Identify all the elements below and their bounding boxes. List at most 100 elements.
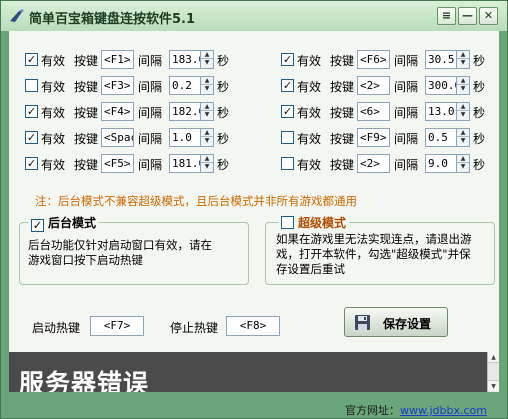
spin-up-icon[interactable]: ▲ [457,77,469,85]
spin-up-icon[interactable]: ▲ [457,103,469,111]
interval-input[interactable]: 181.0 [169,154,201,173]
spin-down-icon[interactable]: ▼ [457,59,469,67]
left-key-row: ✓有效按键<F5>间隔181.0▲▼秒 [19,154,234,174]
banner-error-text: 服务器错误 [19,369,150,392]
super-mode-checkbox[interactable] [281,216,294,229]
spin-up-icon[interactable]: ▲ [201,129,213,137]
enable-checkbox[interactable] [25,79,38,92]
spin-down-icon[interactable]: ▼ [201,111,213,119]
key-input[interactable]: <F1> [101,50,134,69]
left-key-row: ✓有效按键<F4>间隔182.0▲▼秒 [19,102,234,122]
interval-label: 间隔 [138,106,163,120]
interval-spinner[interactable]: ▲ ▼ [456,76,470,95]
scroll-up-icon[interactable]: ▲ [488,352,499,363]
key-input[interactable]: <F5> [101,154,134,173]
interval-input[interactable]: 13.0 [425,102,457,121]
super-mode-desc-line2: 戏，打开本软件，勾选"超级模式"并保 [276,247,471,261]
super-mode-desc-line1: 如果在游戏里无法实现连点，请退出游 [276,232,472,246]
interval-input[interactable]: 0.5 [425,128,457,147]
right-key-row: 有效 按键 <2> 间隔 9.0 ▲ ▼ 秒 [275,154,490,174]
spin-down-icon[interactable]: ▼ [201,163,213,171]
seconds-label: 秒 [473,80,486,94]
stop-hotkey-input[interactable]: <F8> [226,316,280,336]
spin-down-icon[interactable]: ▼ [201,59,213,67]
scroll-down-icon[interactable]: ▼ [488,380,499,391]
key-input[interactable]: <F9> [357,128,390,147]
enable-checkbox[interactable]: ✓ [281,79,294,92]
interval-label: 间隔 [394,54,419,68]
enable-checkbox[interactable]: ✓ [281,53,294,66]
spin-down-icon[interactable]: ▼ [201,137,213,145]
interval-input[interactable]: 183.0 [169,50,201,69]
enable-checkbox[interactable]: ✓ [25,157,38,170]
interval-spinner[interactable]: ▲ ▼ [200,76,214,95]
spin-up-icon[interactable]: ▲ [457,155,469,163]
spin-down-icon[interactable]: ▼ [201,85,213,93]
valid-label: 有效 [41,158,66,172]
interval-input[interactable]: 30.5 [425,50,457,69]
interval-input[interactable]: 182.0 [169,102,201,121]
interval-spinner[interactable]: ▲ ▼ [200,128,214,147]
app-window: 简单百宝箱键盘连按软件5.1 ≡ — ✕ ✓有效按键<F1>间隔183.0▲▼秒… [0,0,508,419]
spin-up-icon[interactable]: ▲ [457,51,469,59]
super-mode-toggle[interactable]: 超级模式 [278,214,350,231]
interval-spinner[interactable]: ▲ ▼ [200,50,214,69]
interval-input[interactable]: 9.0 [425,154,457,173]
interval-spinner[interactable]: ▲ ▼ [456,128,470,147]
interval-label: 间隔 [394,158,419,172]
ad-banner: 服务器错误 ▲ ▼ [9,352,499,392]
enable-checkbox[interactable]: ✓ [281,105,294,118]
interval-label: 间隔 [394,132,419,146]
official-website-url[interactable]: www.jdbbx.com [400,404,487,417]
save-settings-button[interactable]: 保存设置 [344,307,448,337]
spin-up-icon[interactable]: ▲ [201,155,213,163]
spin-up-icon[interactable]: ▲ [457,129,469,137]
interval-input[interactable]: 1.0 [169,128,201,147]
valid-label: 有效 [297,158,322,172]
compatibility-note: 注：后台模式不兼容超级模式，且后台模式并非所有游戏都通用 [35,194,357,208]
key-input[interactable]: <2> [357,76,390,95]
enable-checkbox[interactable] [281,157,294,170]
enable-checkbox[interactable]: ✓ [25,105,38,118]
seconds-label: 秒 [217,106,230,120]
key-input[interactable]: <F3> [101,76,134,95]
enable-checkbox[interactable] [281,131,294,144]
spin-up-icon[interactable]: ▲ [201,51,213,59]
key-input[interactable]: <F4> [101,102,134,121]
spin-down-icon[interactable]: ▼ [457,163,469,171]
banner-scrollbar[interactable]: ▲ ▼ [487,352,499,392]
close-button[interactable]: ✕ [479,7,498,25]
interval-spinner[interactable]: ▲ ▼ [456,50,470,69]
interval-input[interactable]: 300.0 [425,76,457,95]
window-title: 简单百宝箱键盘连按软件5.1 [29,12,196,27]
start-hotkey-label: 启动热键 [32,321,81,335]
enable-checkbox[interactable]: ✓ [25,53,38,66]
official-website[interactable]: 官方网址：www.jdbbx.com [345,402,487,418]
start-hotkey-input[interactable]: <F7> [90,316,144,336]
title-bar[interactable]: 简单百宝箱键盘连按软件5.1 ≡ — ✕ [1,1,507,31]
spin-up-icon[interactable]: ▲ [201,77,213,85]
minimize-button[interactable]: — [458,7,477,25]
key-input[interactable]: <F6> [357,50,390,69]
interval-spinner[interactable]: ▲ ▼ [200,154,214,173]
background-mode-toggle[interactable]: ✓ 后台模式 [28,214,100,232]
valid-label: 有效 [297,132,322,146]
background-mode-checkbox[interactable]: ✓ [31,219,44,232]
spin-down-icon[interactable]: ▼ [457,111,469,119]
key-label: 按键 [74,158,99,172]
seconds-label: 秒 [473,54,486,68]
spin-up-icon[interactable]: ▲ [201,103,213,111]
interval-spinner[interactable]: ▲ ▼ [456,154,470,173]
interval-input[interactable]: 0.2 [169,76,201,95]
interval-spinner[interactable]: ▲ ▼ [456,102,470,121]
interval-spinner[interactable]: ▲ ▼ [200,102,214,121]
menu-button[interactable]: ≡ [437,7,456,25]
enable-checkbox[interactable]: ✓ [25,131,38,144]
spin-down-icon[interactable]: ▼ [457,85,469,93]
valid-label: 有效 [297,106,322,120]
spin-down-icon[interactable]: ▼ [457,137,469,145]
key-input[interactable]: <2> [357,154,390,173]
key-input[interactable]: <6> [357,102,390,121]
key-label: 按键 [74,132,99,146]
key-input[interactable]: <Spac [101,128,134,147]
